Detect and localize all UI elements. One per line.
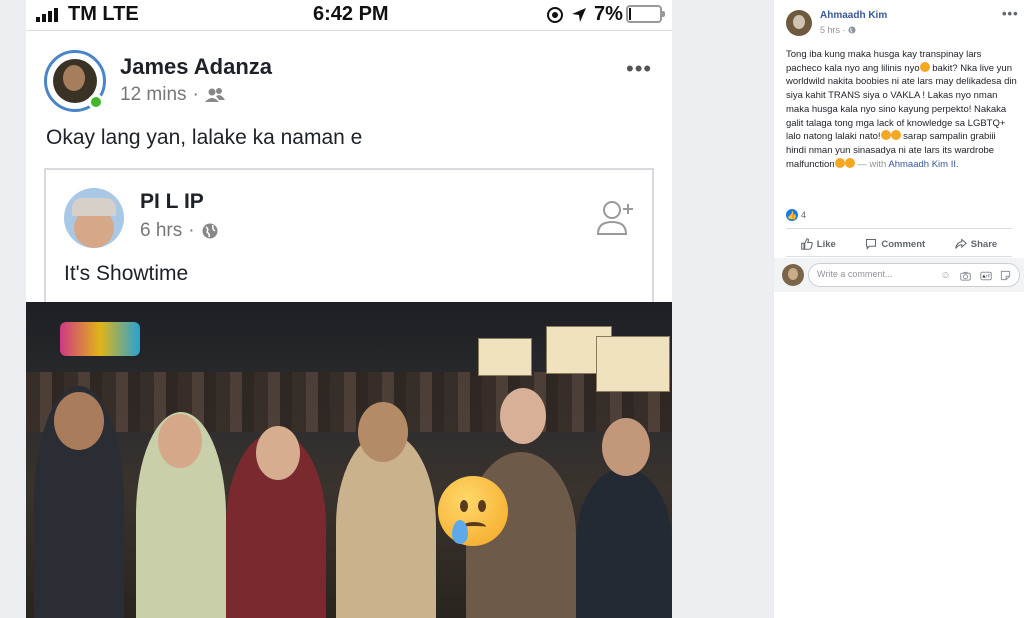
thumbs-up-icon	[801, 238, 813, 250]
signal-bars-icon	[36, 8, 58, 22]
like-label: Like	[816, 238, 836, 250]
shared-post-card: PI L IP 6 hrs · It's Showtime	[44, 168, 654, 308]
shared-author-name: PI L IP	[140, 190, 204, 213]
divider	[786, 256, 1012, 257]
avatar	[782, 264, 804, 286]
shared-post-text: It's Showtime	[64, 262, 189, 285]
divider	[26, 30, 672, 31]
do-not-disturb-icon	[547, 6, 563, 23]
screenshot-post-time: 12 mins	[120, 84, 187, 105]
post-photo[interactable]: TM LTE 6:42 PM 7% James Adanza 12 mins ·	[0, 0, 772, 618]
tagged-friend-link[interactable]: Ahmaadh Kim II.	[888, 159, 958, 170]
crowd-sign	[478, 338, 532, 376]
reaction-count: 4	[801, 210, 807, 220]
angry-face-emoji-icon	[890, 130, 901, 141]
post-body: Tong iba kung maka husga kay transpinay …	[786, 48, 1018, 171]
crying-face-emoji-icon	[438, 476, 508, 546]
gif-icon[interactable]	[979, 269, 992, 282]
crowd-sign	[596, 336, 670, 392]
clock-label: 6:42 PM	[313, 3, 389, 25]
comment-label: Comment	[881, 238, 926, 250]
share-icon	[954, 238, 967, 249]
host-face	[602, 418, 650, 476]
post-time-link[interactable]: 5 hrs	[820, 25, 840, 35]
post-text-part: — with	[854, 158, 889, 170]
location-arrow-icon	[572, 7, 586, 22]
add-friend-icon	[596, 201, 633, 235]
comment-composer: ☺	[774, 258, 1024, 292]
facebook-post-panel: Ahmaadh Kim 5 hrs · ••• Tong iba kung ma…	[774, 0, 1024, 618]
author-avatar[interactable]	[786, 10, 812, 36]
emoji-icon[interactable]: ☺	[939, 269, 952, 282]
screenshot-post-text: Okay lang yan, lalake ka naman e	[46, 126, 363, 149]
show-logo	[60, 322, 140, 356]
phone-screenshot: TM LTE 6:42 PM 7% James Adanza 12 mins ·	[26, 0, 672, 618]
host-face	[256, 426, 300, 480]
screenshot-author-name: James Adanza	[120, 54, 273, 79]
phone-status-bar: TM LTE 6:42 PM 7%	[26, 0, 672, 30]
post-options-button[interactable]: •••	[1002, 6, 1019, 21]
host-face	[54, 392, 104, 450]
comment-icon	[866, 238, 877, 250]
like-button[interactable]: Like	[801, 234, 836, 254]
host-face	[358, 402, 408, 462]
share-button[interactable]: Share	[954, 234, 998, 254]
globe-icon	[848, 26, 856, 34]
comment-input[interactable]	[817, 269, 937, 279]
reactions-summary[interactable]: 👍 4	[786, 209, 806, 221]
video-still	[26, 302, 672, 618]
share-label: Share	[970, 238, 998, 250]
host-figure	[576, 468, 672, 618]
angry-face-emoji-icon	[834, 157, 845, 168]
post-meta: 5 hrs ·	[820, 25, 856, 35]
camera-icon[interactable]	[959, 269, 972, 282]
battery-percent: 7%	[594, 3, 623, 25]
host-face	[158, 414, 202, 468]
battery-icon	[626, 5, 665, 23]
battery-fill	[629, 8, 631, 20]
carrier-label: TM LTE	[68, 3, 139, 25]
divider	[786, 228, 1012, 229]
like-reaction-icon: 👍	[786, 209, 798, 221]
angry-face-emoji-icon	[880, 130, 891, 141]
comment-box[interactable]: ☺	[808, 263, 1020, 287]
author-name-link[interactable]: Ahmaadh Kim	[820, 10, 887, 21]
globe-icon	[202, 223, 218, 239]
shared-post-time: 6 hrs	[140, 220, 183, 241]
host-face	[500, 388, 546, 444]
sticker-icon[interactable]	[999, 269, 1012, 282]
online-indicator	[88, 94, 104, 110]
angry-face-emoji-icon	[919, 61, 930, 72]
shared-avatar	[64, 188, 124, 248]
friends-icon	[204, 88, 225, 102]
screenshot-more-icon: •••	[626, 56, 653, 81]
crowd-background	[26, 372, 672, 432]
post-actions-bar: Like Comment Share	[786, 234, 1012, 254]
angry-face-emoji-icon	[844, 157, 855, 168]
comment-button[interactable]: Comment	[865, 234, 925, 254]
